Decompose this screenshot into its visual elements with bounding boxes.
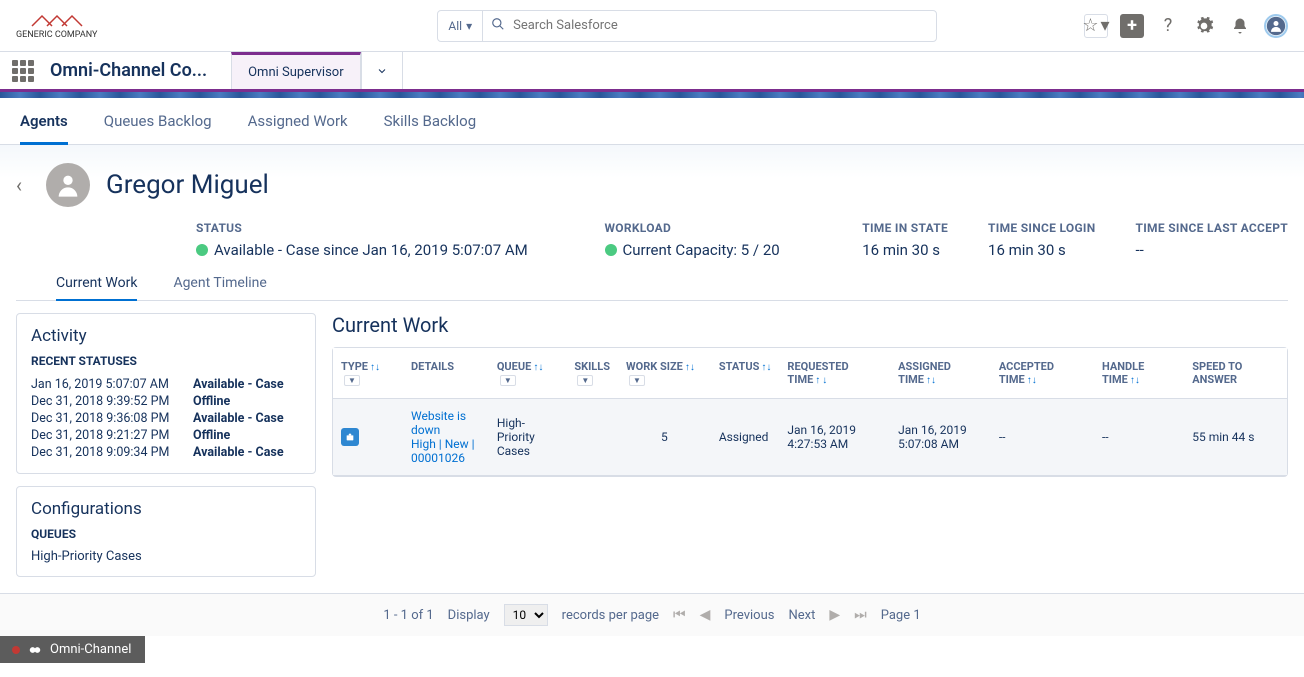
subtab-agent-timeline[interactable]: Agent Timeline [173,267,266,300]
nav-tab-omni-supervisor[interactable]: Omni Supervisor [231,52,361,89]
omni-channel-widget[interactable]: Omni-Channel [0,636,145,663]
time-since-accept-label: TIME SINCE LAST ACCEPT [1136,221,1288,235]
status-value: Available - Case since Jan 16, 2019 5:07… [214,241,528,259]
col-details[interactable]: DETAILS [403,348,489,399]
pager-next-icon[interactable]: ▶ [829,607,840,623]
workload-label: WORKLOAD [605,221,823,235]
back-button[interactable]: ‹ [16,173,22,197]
col-skills[interactable]: SKILLS▼ [566,348,618,399]
col-status[interactable]: STATUS↑↓ [711,348,780,399]
status-dot-icon [12,646,20,654]
tab-queues-backlog[interactable]: Queues Backlog [104,98,212,144]
case-icon [341,428,359,446]
col-requested[interactable]: REQUESTED TIME↑↓ [779,348,890,399]
time-since-login-value: 16 min 30 s [988,241,1095,259]
status-row: Dec 31, 2018 9:21:27 PMOffline [31,427,301,444]
tab-skills-backlog[interactable]: Skills Backlog [384,98,477,144]
pager-page: Page 1 [881,608,921,623]
status-row: Dec 31, 2018 9:09:34 PMAvailable - Case [31,444,301,461]
col-work-size[interactable]: WORK SIZE↑↓▼ [618,348,711,399]
tab-agents[interactable]: Agents [20,98,68,145]
omni-icon [28,643,42,657]
pager-prev-icon[interactable]: ◀ [700,607,711,623]
col-type[interactable]: TYPE↑↓▼ [333,348,403,399]
case-link[interactable]: Website is downHigh | New | 00001026 [411,409,475,465]
search-scope-dropdown[interactable]: All ▾ [438,11,483,41]
col-handle[interactable]: HANDLE TIME↑↓ [1094,348,1184,399]
col-accepted[interactable]: ACCEPTED TIME↑↓ [991,348,1094,399]
search-input[interactable] [513,18,936,33]
app-name: Omni-Channel Co... [50,60,207,81]
chevron-down-icon: ▾ [466,19,472,33]
company-logo: GENERIC COMPANY [16,12,97,40]
status-indicator-icon [196,244,208,256]
col-assigned[interactable]: ASSIGNED TIME↑↓ [890,348,991,399]
config-card: Configurations QUEUES High-Priority Case… [16,486,316,577]
config-subtitle: QUEUES [31,527,301,541]
config-queue-item: High-Priority Cases [31,549,301,564]
notifications-bell-icon[interactable] [1228,14,1252,38]
app-launcher-icon[interactable] [12,60,34,82]
config-title: Configurations [31,499,301,519]
pagination-bar: 1 - 1 of 1 Display 10 records per page ⏮… [0,593,1304,636]
subtab-current-work[interactable]: Current Work [56,267,137,301]
favorites-button[interactable]: ☆▾ [1084,14,1108,38]
time-since-accept-value: -- [1136,241,1288,259]
pager-last-icon[interactable]: ⏭ [854,607,867,623]
status-row: Dec 31, 2018 9:36:08 PMAvailable - Case [31,410,301,427]
pager-previous[interactable]: Previous [724,608,774,623]
help-icon[interactable]: ? [1156,14,1180,38]
activity-subtitle: RECENT STATUSES [31,354,301,368]
status-label: STATUS [196,221,565,235]
user-avatar[interactable] [1264,14,1288,38]
activity-card: Activity RECENT STATUSES Jan 16, 2019 5:… [16,313,316,474]
agent-avatar [46,163,90,207]
col-speed[interactable]: SPEED TO ANSWER [1184,348,1287,399]
pager-next[interactable]: Next [788,608,815,623]
nav-tab-dropdown[interactable] [361,52,403,89]
current-work-title: Current Work [332,313,1288,337]
add-button[interactable]: + [1120,14,1144,38]
current-work-table: TYPE↑↓▼ DETAILS QUEUE↑↓▼ SKILLS▼ WORK SI… [332,347,1288,477]
time-since-login-label: TIME SINCE LOGIN [988,221,1095,235]
workload-indicator-icon [605,244,617,256]
status-row: Jan 16, 2019 5:07:07 AMAvailable - Case [31,376,301,393]
tab-assigned-work[interactable]: Assigned Work [248,98,348,144]
activity-title: Activity [31,326,301,346]
global-search[interactable]: All ▾ [437,10,937,42]
settings-gear-icon[interactable] [1192,14,1216,38]
workload-value: Current Capacity: 5 / 20 [623,241,780,259]
table-row[interactable]: Website is downHigh | New | 00001026 Hig… [333,399,1287,476]
pager-range: 1 - 1 of 1 [383,608,433,623]
records-per-page-select[interactable]: 10 [504,604,548,626]
search-icon [483,17,513,35]
agent-name: Gregor Miguel [106,170,269,200]
status-row: Dec 31, 2018 9:39:52 PMOffline [31,393,301,410]
pager-first-icon[interactable]: ⏮ [673,607,686,623]
col-queue[interactable]: QUEUE↑↓▼ [489,348,566,399]
time-in-state-value: 16 min 30 s [862,241,948,259]
time-in-state-label: TIME IN STATE [862,221,948,235]
